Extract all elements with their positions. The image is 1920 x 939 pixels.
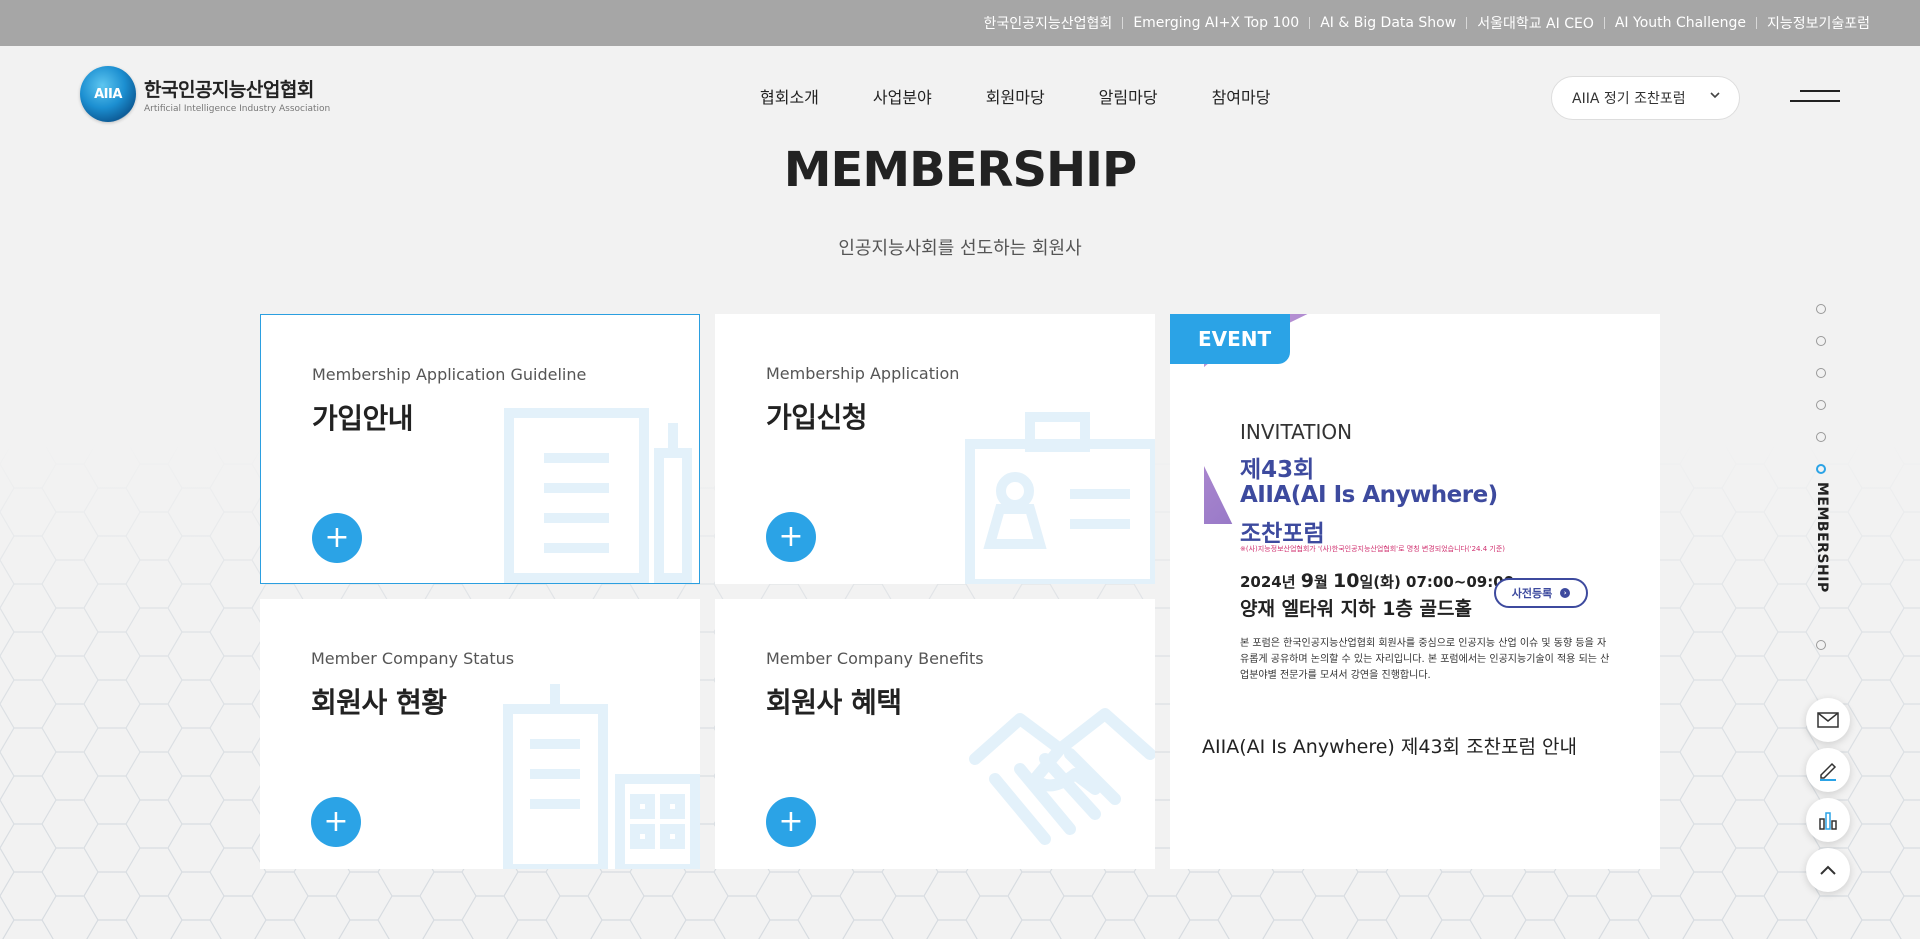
plus-icon[interactable]: +: [766, 797, 816, 847]
section-title: MEMBERSHIP: [783, 142, 1137, 198]
poster-date-day: 10: [1333, 570, 1360, 592]
page-nav-dot[interactable]: [1816, 432, 1826, 442]
menu-hamburger-button[interactable]: [1790, 86, 1840, 108]
page-nav-dot[interactable]: [1816, 368, 1826, 378]
topbar-link-forum[interactable]: 지능정보기술포럼: [1767, 13, 1870, 33]
chart-icon: [1819, 812, 1837, 830]
buildings-icon: [503, 684, 700, 869]
poster-note: ※(사)지능정보산업협회가 '(사)한국인공지능산업협회'로 명칭 변경되었습니…: [1240, 545, 1506, 553]
poster-date-mid: 월: [1314, 573, 1334, 591]
card-membership-application[interactable]: Membership Application 가입신청 +: [715, 314, 1155, 584]
scroll-top-button[interactable]: [1806, 848, 1850, 892]
poster-title-line3: 조찬포럼: [1240, 521, 1325, 547]
card-subtitle-en: Membership Application: [766, 364, 960, 383]
poster-title-line1: 제43회: [1240, 457, 1315, 483]
card-title-kr: 가입신청: [766, 401, 868, 434]
card-subtitle-en: Member Company Benefits: [766, 649, 984, 668]
topbar-link-emerging-top100[interactable]: Emerging AI+X Top 100: [1133, 15, 1299, 31]
pre-register-button[interactable]: 사전등록 ›: [1494, 578, 1588, 608]
hamburger-line-icon: [1800, 90, 1840, 92]
poster-date-prefix: 2024년: [1240, 573, 1301, 591]
arrow-right-icon: ›: [1560, 588, 1571, 598]
nav-item-about[interactable]: 협회소개: [760, 84, 819, 108]
logo-text: 한국인공지능산업협회 Artificial Intelligence Indus…: [144, 75, 330, 114]
nav-item-notice[interactable]: 알림마당: [1099, 84, 1158, 108]
top-utility-bar: 한국인공지능산업협회 Emerging AI+X Top 100 AI & Bi…: [0, 0, 1920, 46]
site-logo[interactable]: AIIA 한국인공지능산업협회 Artificial Intelligence …: [80, 66, 330, 122]
nav-item-business[interactable]: 사업분야: [873, 84, 932, 108]
forum-select[interactable]: AIIA 정기 조찬포럼: [1551, 76, 1740, 120]
card-title-kr: 가입안내: [312, 402, 414, 435]
page-nav-dot-active[interactable]: [1816, 464, 1826, 474]
document-building-icon: [504, 408, 692, 583]
event-badge: EVENT: [1170, 314, 1290, 364]
page-nav-dot[interactable]: [1816, 304, 1826, 314]
poster-venue: 양재 엘타워 지하 1층 골드홀: [1240, 598, 1472, 620]
event-caption[interactable]: AIIA(AI Is Anywhere) 제43회 조찬포럼 안내: [1202, 732, 1577, 759]
page-nav-dot[interactable]: [1816, 336, 1826, 346]
card-subtitle-en: Membership Application Guideline: [312, 365, 587, 384]
topbar-divider: [1122, 17, 1124, 29]
mail-button[interactable]: [1806, 698, 1850, 742]
forum-select-value: AIIA 정기 조찬포럼: [1572, 91, 1686, 107]
card-title-kr: 회원사 혜택: [766, 686, 902, 719]
id-card-icon: [965, 412, 1155, 584]
plus-icon[interactable]: +: [312, 513, 362, 563]
stats-button[interactable]: [1806, 798, 1850, 842]
card-title-kr: 회원사 현황: [311, 686, 447, 719]
section-subtitle: 인공지능사회를 선도하는 회원사: [838, 238, 1082, 259]
topbar-divider: [1466, 17, 1468, 29]
event-poster[interactable]: INVITATION 제43회 AIIA(AI Is Anywhere) 조찬포…: [1204, 314, 1626, 694]
nav-item-members[interactable]: 회원마당: [986, 84, 1045, 108]
page-nav-label: MEMBERSHIP: [1814, 482, 1830, 593]
poster-invitation: INVITATION: [1240, 420, 1353, 444]
poster-date-suffix: 일(화) 07:00~09:00: [1359, 573, 1515, 591]
arrow-up-icon: [1820, 865, 1836, 875]
handshake-icon: [969, 708, 1155, 845]
logo-name-en: Artificial Intelligence Industry Associa…: [144, 103, 331, 114]
nav-item-participate[interactable]: 참여마당: [1212, 84, 1271, 108]
topbar-divider: [1309, 17, 1311, 29]
topbar-link-youth-challenge[interactable]: AI Youth Challenge: [1615, 15, 1746, 31]
topbar-link-snu-ai-ceo[interactable]: 서울대학교 AI CEO: [1477, 13, 1594, 33]
logo-mark: AIIA: [80, 66, 136, 122]
pre-register-label: 사전등록: [1511, 587, 1553, 600]
card-membership-guideline[interactable]: Membership Application Guideline 가입안내 +: [260, 314, 700, 584]
plus-icon[interactable]: +: [766, 512, 816, 562]
poster-date: 2024년 9월 10일(화) 07:00~09:00: [1240, 570, 1514, 592]
plus-icon[interactable]: +: [311, 797, 361, 847]
card-member-benefits[interactable]: Member Company Benefits 회원사 혜택 +: [715, 599, 1155, 869]
poster-description: 본 포럼은 한국인공지능산업협회 회원사를 중심으로 인공지능 산업 이슈 및 …: [1240, 638, 1610, 681]
topbar-divider: [1755, 17, 1757, 29]
topbar-divider: [1603, 17, 1605, 29]
card-member-status[interactable]: Member Company Status 회원사 현황 +: [260, 599, 700, 869]
logo-name-kr: 한국인공지능산업협회: [144, 78, 314, 101]
page-nav-dot[interactable]: [1816, 640, 1826, 650]
topbar-link-aiia[interactable]: 한국인공지능산업협회: [984, 13, 1113, 33]
topbar-link-bigdata-show[interactable]: AI & Big Data Show: [1320, 15, 1456, 31]
poster-date-month: 9: [1300, 570, 1315, 592]
card-subtitle-en: Member Company Status: [311, 649, 515, 668]
page-nav-dot[interactable]: [1816, 400, 1826, 410]
mail-icon: [1817, 712, 1839, 728]
pencil-icon: [1820, 762, 1837, 781]
section-page-nav: [1816, 300, 1836, 660]
main-nav: 협회소개 사업분야 회원마당 알림마당 참여마당: [760, 84, 1324, 108]
site-header: AIIA 한국인공지능산업협회 Artificial Intelligence …: [0, 46, 1920, 146]
event-card[interactable]: EVENT INVITATION 제43회 AIIA(AI Is Anywher…: [1170, 314, 1660, 869]
poster-title-line2: AIIA(AI Is Anywhere): [1240, 482, 1498, 508]
write-button[interactable]: [1806, 748, 1850, 792]
hamburger-line-icon: [1790, 100, 1840, 102]
chevron-down-icon: [1709, 89, 1721, 104]
